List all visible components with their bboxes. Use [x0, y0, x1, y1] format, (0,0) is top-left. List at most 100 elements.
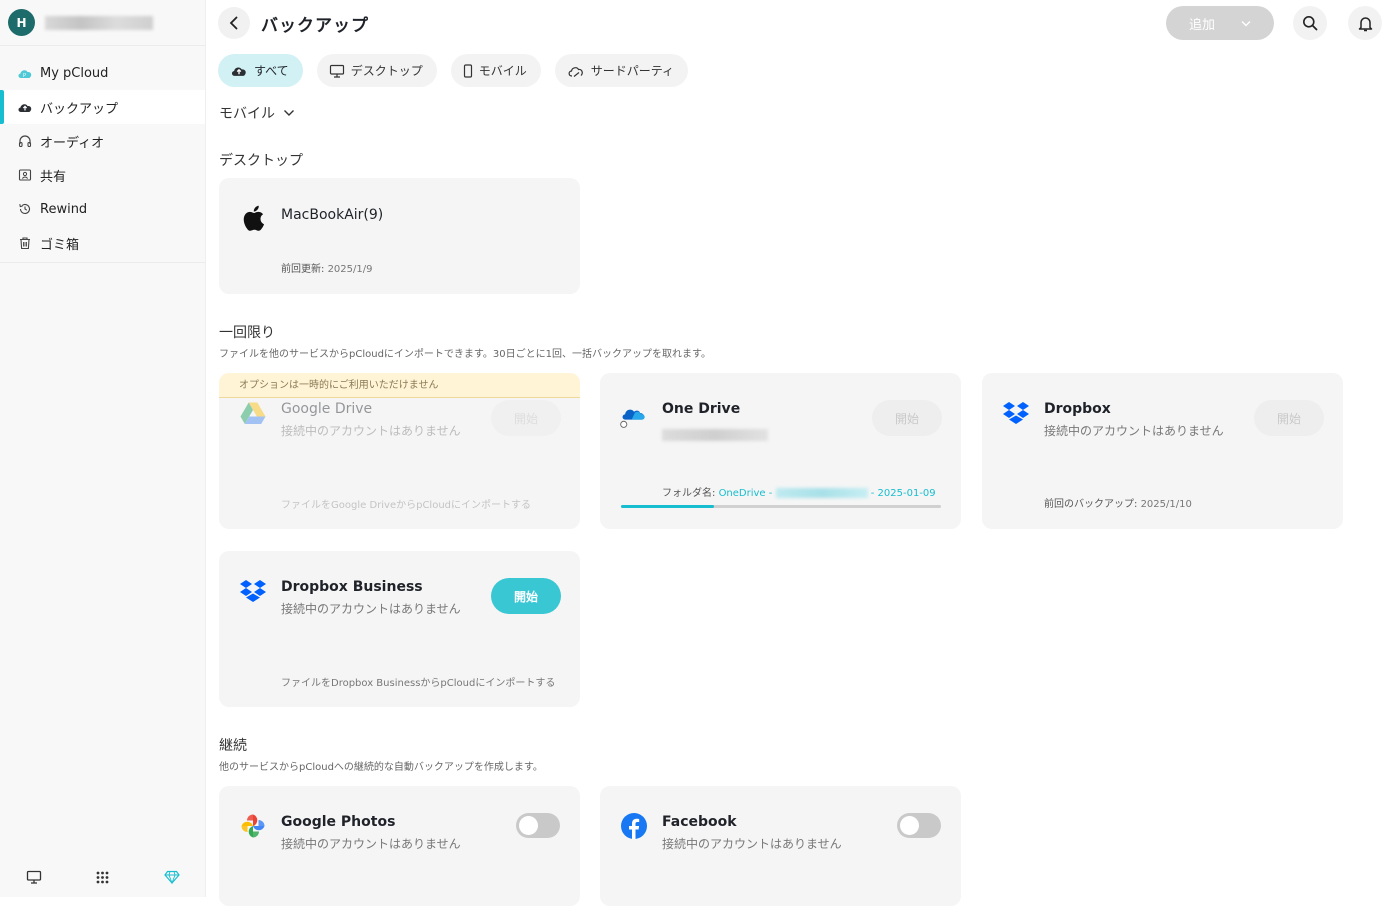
tab-label: すべて — [254, 64, 289, 78]
sidebar-item-my-pcloud[interactable]: P My pCloud — [0, 56, 205, 90]
apps-grid-icon[interactable] — [93, 867, 113, 887]
service-name: Dropbox — [1044, 401, 1111, 417]
sidebar-divider — [0, 262, 205, 263]
account-header[interactable]: H — [0, 0, 205, 46]
sidebar-item-rewind[interactable]: Rewind — [0, 192, 205, 226]
backup-toggle[interactable] — [516, 813, 560, 838]
service-name: Facebook — [662, 814, 737, 830]
phone-icon — [463, 63, 472, 78]
last-backup: 前回のバックアップ: 2025/1/10 — [1044, 495, 1192, 510]
folder-date: - 2025-01-09 — [870, 488, 936, 499]
account-status: 接続中のアカウントはありません — [281, 602, 461, 616]
start-button[interactable]: 開始 — [872, 400, 942, 436]
main-content: バックアップ 追加 すべて デスクトップ モバイル サードパーティ モバイル デ… — [206, 0, 1400, 906]
device-type-dropdown[interactable]: モバイル — [219, 103, 295, 123]
account-status: 接続中のアカウントはありません — [662, 837, 842, 851]
dropbox-icon — [1002, 399, 1030, 427]
back-button[interactable] — [218, 7, 250, 39]
backup-progress-bar — [621, 505, 941, 508]
diamond-premium-icon[interactable] — [162, 867, 182, 887]
dropbox-card: Dropbox 接続中のアカウントはありません 開始 前回のバックアップ: 20… — [982, 373, 1343, 529]
cloud-backup-icon — [17, 99, 33, 115]
last-updated: 前回更新: 2025/1/9 — [281, 260, 372, 275]
service-name: One Drive — [662, 401, 741, 417]
sidebar-nav: P My pCloud バックアップ オーディオ 共有 Rewind ゴミ箱 — [0, 56, 205, 263]
search-icon — [1303, 16, 1318, 31]
notifications-button[interactable] — [1348, 6, 1382, 40]
cloud-backup-icon — [231, 67, 246, 76]
section-desc-onetime: ファイルを他のサービスからpCloudにインポートできます。30日ごとに1回、一… — [219, 349, 711, 360]
one-drive-card: One Drive 開始 フォルダ名: OneDrive - - 2025-01… — [600, 373, 961, 529]
sidebar-item-audio[interactable]: オーディオ — [0, 124, 205, 158]
folder-info: フォルダ名: OneDrive - - 2025-01-09 — [662, 484, 936, 499]
tab-third-party[interactable]: サードパーティ — [554, 54, 688, 87]
facebook-icon — [620, 812, 648, 840]
last-backup-value: 2025/1/10 — [1140, 499, 1192, 510]
sidebar-item-label: My pCloud — [40, 65, 109, 81]
tab-label: サードパーティ — [590, 64, 674, 78]
service-name: Dropbox Business — [281, 579, 423, 595]
tab-label: モバイル — [478, 64, 527, 78]
add-button-label: 追加 — [1188, 17, 1215, 33]
section-desc-continuous: 他のサービスからpCloudへの継続的な自動バックアップを作成します。 — [219, 762, 543, 773]
device-name: MacBookAir(9) — [281, 207, 384, 223]
import-description: ファイルをGoogle DriveからpCloudにインポートする — [281, 500, 532, 511]
bell-icon — [1358, 16, 1372, 31]
chevron-down-icon — [284, 110, 294, 116]
service-name: Google Drive — [281, 401, 373, 417]
sidebar-item-label: 共有 — [40, 169, 67, 185]
monitor-icon — [329, 64, 344, 78]
tab-desktop[interactable]: デスクトップ — [316, 54, 437, 87]
service-name: Google Photos — [281, 814, 396, 830]
progress-fill — [621, 505, 714, 508]
backup-toggle[interactable] — [897, 813, 941, 838]
last-backup-label: 前回のバックアップ: — [1044, 499, 1138, 510]
desktop-backup-card[interactable]: MacBookAir(9) 前回更新: 2025/1/9 — [219, 178, 580, 294]
dropbox-business-card: Dropbox Business 接続中のアカウントはありません 開始 ファイル… — [219, 551, 580, 707]
desktop-app-icon[interactable] — [24, 867, 44, 887]
folder-name-redacted — [775, 488, 868, 498]
unavailable-warning: オプションは一時的にご利用いただけません — [219, 373, 580, 398]
apple-icon — [239, 204, 267, 232]
account-name-redacted — [45, 15, 153, 30]
section-title-desktop: デスクトップ — [219, 153, 303, 169]
section-title-onetime: 一回限り — [219, 325, 275, 341]
google-drive-card: オプションは一時的にご利用いただけません Google Drive 接続中のアカ… — [219, 373, 580, 529]
tab-mobile[interactable]: モバイル — [450, 54, 541, 87]
dropbox-icon — [239, 577, 267, 605]
svg-text:P: P — [23, 73, 26, 79]
tab-all[interactable]: すべて — [218, 54, 303, 87]
filter-tabs: すべて デスクトップ モバイル サードパーティ — [218, 54, 688, 87]
page-title: バックアップ — [261, 16, 369, 36]
account-status: 接続中のアカウントはありません — [1044, 424, 1224, 438]
shared-icon — [17, 167, 33, 183]
facebook-card: Facebook 接続中のアカウントはありません — [600, 786, 961, 906]
headphones-icon — [17, 133, 33, 149]
section-title-continuous: 継続 — [219, 738, 247, 754]
chevron-left-icon — [229, 16, 238, 30]
sidebar-item-shared[interactable]: 共有 — [0, 158, 205, 192]
sidebar-item-backup[interactable]: バックアップ — [0, 90, 205, 124]
google-photos-icon — [239, 812, 267, 840]
sidebar-item-label: ゴミ箱 — [40, 237, 80, 253]
folder-prefix: OneDrive - — [718, 488, 773, 499]
account-status: 接続中のアカウントはありません — [281, 837, 461, 851]
sidebar-item-trash[interactable]: ゴミ箱 — [0, 226, 205, 260]
rewind-icon — [17, 201, 33, 217]
chevron-down-icon — [1241, 20, 1251, 26]
google-photos-card: Google Photos 接続中のアカウントはありません — [219, 786, 580, 906]
sidebar-item-label: バックアップ — [40, 101, 119, 117]
start-button[interactable]: 開始 — [1254, 400, 1324, 436]
pcloud-drive-icon: P — [17, 65, 33, 81]
avatar[interactable]: H — [8, 9, 35, 36]
dropdown-label: モバイル — [219, 106, 275, 122]
sidebar: H P My pCloud バックアップ オーディオ 共有 Rewind ゴミ箱 — [0, 0, 206, 897]
tab-label: デスクトップ — [350, 64, 423, 78]
sidebar-item-label: オーディオ — [40, 135, 105, 151]
search-button[interactable] — [1293, 6, 1327, 40]
import-description: ファイルをDropbox BusinessからpCloudにインポートする — [281, 678, 556, 689]
start-button[interactable]: 開始 — [491, 578, 561, 614]
cloud-link-icon — [568, 66, 583, 77]
sidebar-item-label: Rewind — [40, 201, 88, 217]
add-button[interactable]: 追加 — [1166, 6, 1274, 40]
